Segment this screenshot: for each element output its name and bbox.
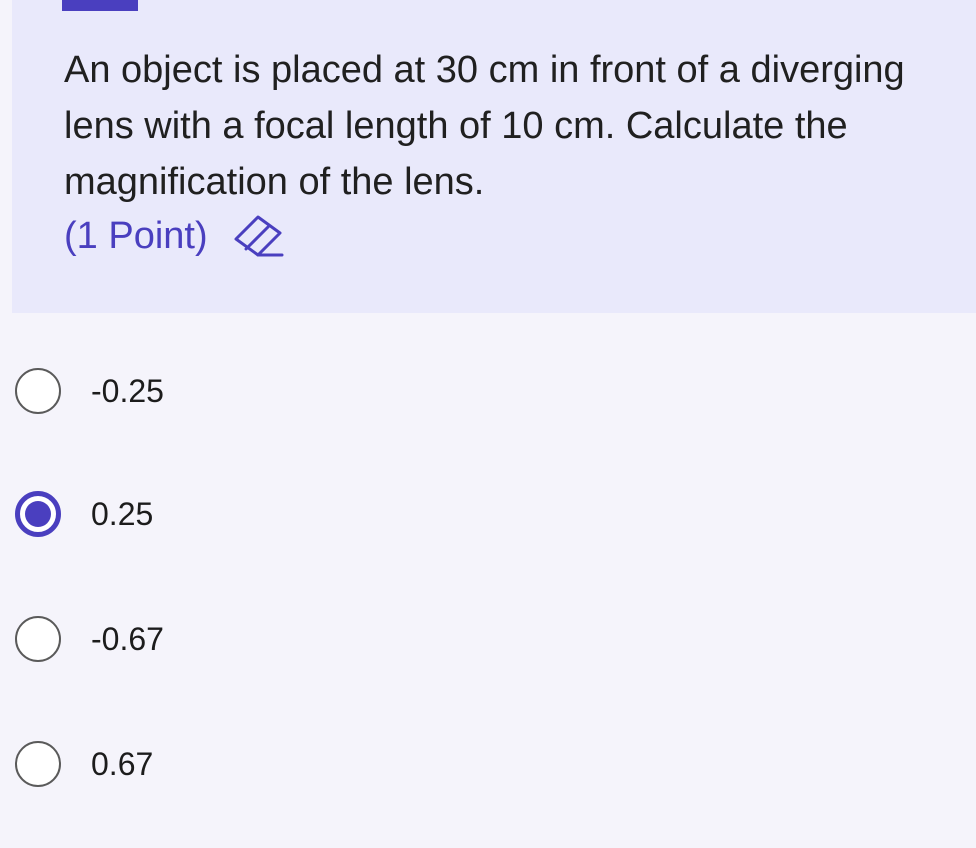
option-3[interactable]: -0.67 (15, 609, 164, 669)
question-text: An object is placed at 30 cm in front of… (64, 49, 905, 203)
radio-button[interactable] (15, 616, 61, 662)
eraser-icon[interactable] (230, 213, 288, 259)
points-row: (1 Point) (64, 208, 288, 264)
points-label: (1 Point) (64, 214, 208, 257)
form-page: An object is placed at 30 cm in front of… (0, 0, 976, 848)
option-2[interactable]: 0.25 (15, 484, 153, 544)
option-4[interactable]: 0.67 (15, 734, 153, 794)
accent-bar (62, 0, 138, 11)
option-label: -0.25 (91, 372, 164, 409)
radio-button[interactable] (15, 368, 61, 414)
radio-button[interactable] (15, 741, 61, 787)
option-1[interactable]: -0.25 (15, 361, 164, 421)
option-label: 0.67 (91, 745, 154, 782)
option-label: 0.25 (91, 495, 154, 532)
question-card: An object is placed at 30 cm in front of… (12, 0, 976, 313)
option-label: -0.67 (91, 620, 164, 657)
radio-button-selected[interactable] (15, 491, 61, 537)
